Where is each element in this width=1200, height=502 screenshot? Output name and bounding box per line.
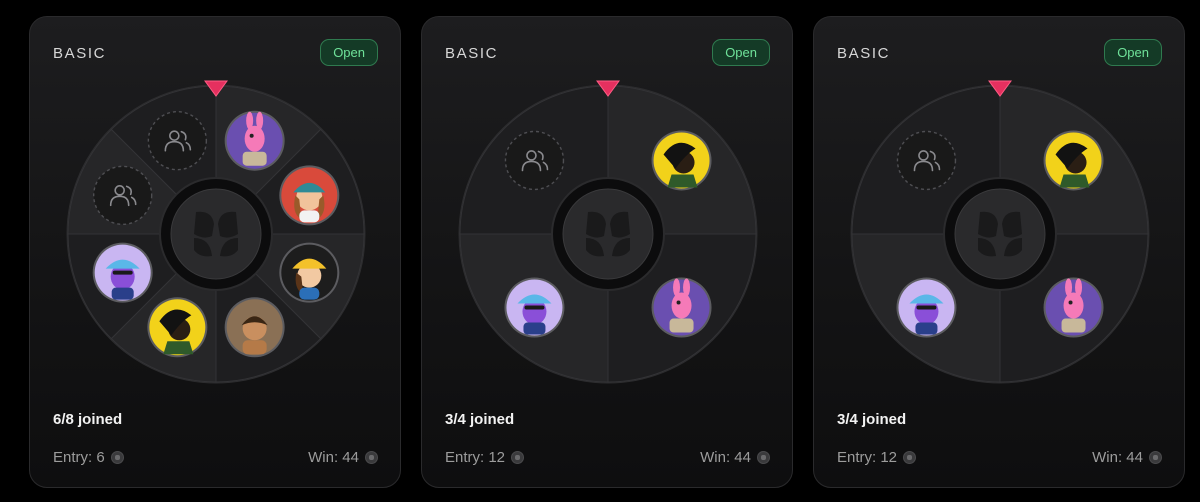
coin-icon — [511, 451, 525, 464]
empty-slot[interactable] — [896, 130, 957, 191]
joined-count: 3/4 joined — [445, 411, 515, 428]
player-wheel — [850, 80, 1150, 384]
joined-count: 3/4 joined — [837, 411, 907, 428]
wheel-graphic — [66, 80, 366, 384]
pink-bunny-avatar — [651, 277, 712, 338]
empty-slot[interactable] — [92, 165, 153, 226]
purple-blob-bucket-hat-avatar — [92, 242, 153, 303]
player-wheel — [458, 80, 758, 384]
status-badge: Open — [320, 39, 378, 66]
entry-fee: Entry: 12 — [837, 449, 917, 466]
dark-hair-boy-avatar — [1043, 130, 1104, 191]
win-label: Win: 44 — [1092, 449, 1143, 466]
dark-hair-boy-avatar — [651, 130, 712, 191]
center-logo-icon — [551, 177, 665, 291]
joined-count: 6/8 joined — [53, 411, 123, 428]
tier-label: BASIC — [53, 45, 107, 62]
win-amount: Win: 44 — [700, 449, 770, 466]
tanned-boy-avatar — [224, 297, 285, 358]
wheel-graphic — [458, 80, 758, 384]
dark-hair-boy-avatar — [147, 297, 208, 358]
purple-blob-bucket-hat-avatar — [896, 277, 957, 338]
coin-icon — [757, 451, 770, 464]
lobby-card-1[interactable]: BASIC Open 6/8 joined Entry: 6 Win: 44 — [29, 16, 401, 488]
win-label: Win: 44 — [308, 449, 359, 466]
lobby-card-3[interactable]: BASIC Open 3/4 joined Entry: 12 Win: 44 — [813, 16, 1185, 488]
win-label: Win: 44 — [700, 449, 751, 466]
win-amount: Win: 44 — [308, 449, 378, 466]
empty-slot[interactable] — [504, 130, 565, 191]
purple-blob-bucket-hat-avatar — [504, 277, 565, 338]
wheel-graphic — [850, 80, 1150, 384]
cap-girl-avatar — [279, 165, 340, 226]
coin-icon — [365, 451, 378, 464]
pink-bunny-avatar — [224, 110, 285, 171]
coin-icon — [110, 451, 124, 464]
entry-label: Entry: 6 — [53, 449, 105, 466]
tier-label: BASIC — [837, 45, 891, 62]
center-logo-icon — [159, 177, 273, 291]
entry-fee: Entry: 12 — [445, 449, 525, 466]
tier-label: BASIC — [445, 45, 499, 62]
entry-fee: Entry: 6 — [53, 449, 124, 466]
empty-slot[interactable] — [147, 110, 208, 171]
player-wheel — [66, 80, 366, 384]
yellow-hat-girl-avatar — [279, 242, 340, 303]
entry-label: Entry: 12 — [837, 449, 898, 466]
entry-label: Entry: 12 — [445, 449, 506, 466]
lobby-card-2[interactable]: BASIC Open 3/4 joined Entry: 12 Win: 44 — [421, 16, 793, 488]
status-badge: Open — [712, 39, 770, 66]
status-badge: Open — [1104, 39, 1162, 66]
pink-bunny-avatar — [1043, 277, 1104, 338]
coin-icon — [1149, 451, 1162, 464]
coin-icon — [903, 451, 917, 464]
win-amount: Win: 44 — [1092, 449, 1162, 466]
center-logo-icon — [943, 177, 1057, 291]
